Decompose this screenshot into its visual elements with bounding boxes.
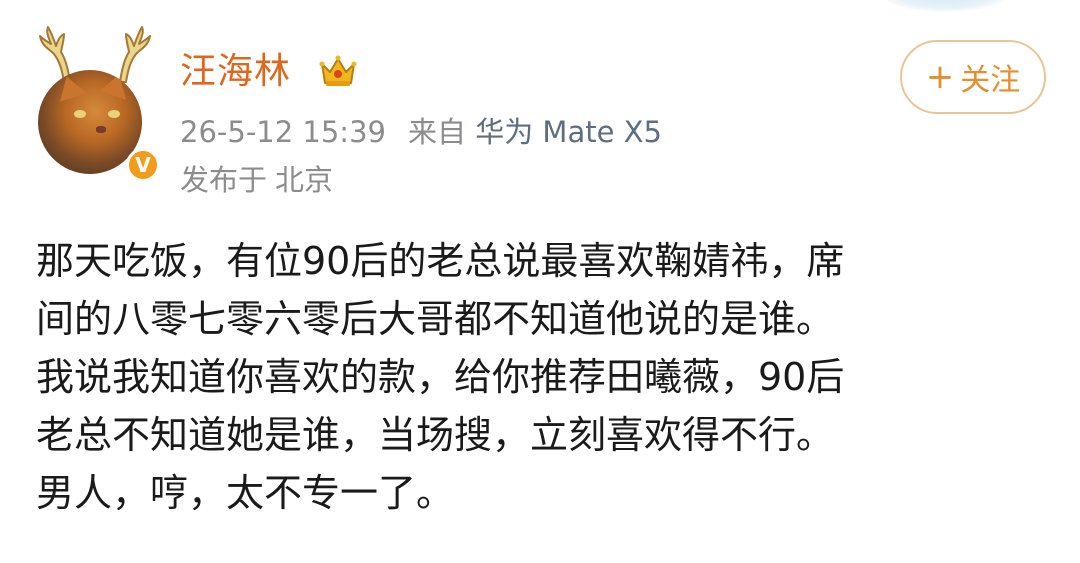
avatar-wrapper[interactable]: V [30, 26, 160, 182]
cat-eye-right [108, 110, 120, 118]
source-prefix: 来自 [407, 115, 466, 149]
cat-eye-left [74, 110, 86, 118]
username[interactable]: 汪海林 [180, 46, 291, 98]
location-prefix: 发布于 [180, 163, 268, 197]
crown-icon[interactable] [318, 52, 358, 92]
post-timestamp[interactable]: 26-5-12 15:39 [180, 115, 386, 149]
post-body-line: 那天吃饭，有位90后的老总说最喜欢鞠婧祎，席 [36, 239, 845, 283]
post-body-line: 老总不知道她是谁，当场搜，立刻喜欢得不行。 [36, 413, 835, 457]
plus-icon: + [925, 57, 955, 97]
post-location: 发布于 北京 [180, 160, 333, 200]
source-device[interactable]: 华为 Mate X5 [475, 115, 662, 149]
post-body: 那天吃饭，有位90后的老总说最喜欢鞠婧祎，席 间的八零七零六零后大哥都不知道他说… [36, 232, 1046, 522]
top-decoration [880, 0, 1010, 12]
verified-badge-icon: V [126, 148, 160, 182]
post-body-line: 间的八零七零六零后大哥都不知道他说的是谁。 [36, 297, 835, 341]
weibo-post-card: V 汪海林 26-5-12 15:39 来自 华为 Mate X5 发布于 北京 +… [0, 0, 1080, 563]
post-body-line: 男人，哼，太不专一了。 [36, 471, 455, 515]
post-meta: 26-5-12 15:39 来自 华为 Mate X5 [180, 112, 662, 152]
post-body-line: 我说我知道你喜欢的款，给你推荐田曦薇，90后 [36, 355, 845, 399]
follow-label: 关注 [960, 63, 1021, 98]
cat-nose [96, 126, 106, 133]
follow-button[interactable]: + 关注 [900, 40, 1046, 114]
location-city: 北京 [275, 163, 334, 197]
